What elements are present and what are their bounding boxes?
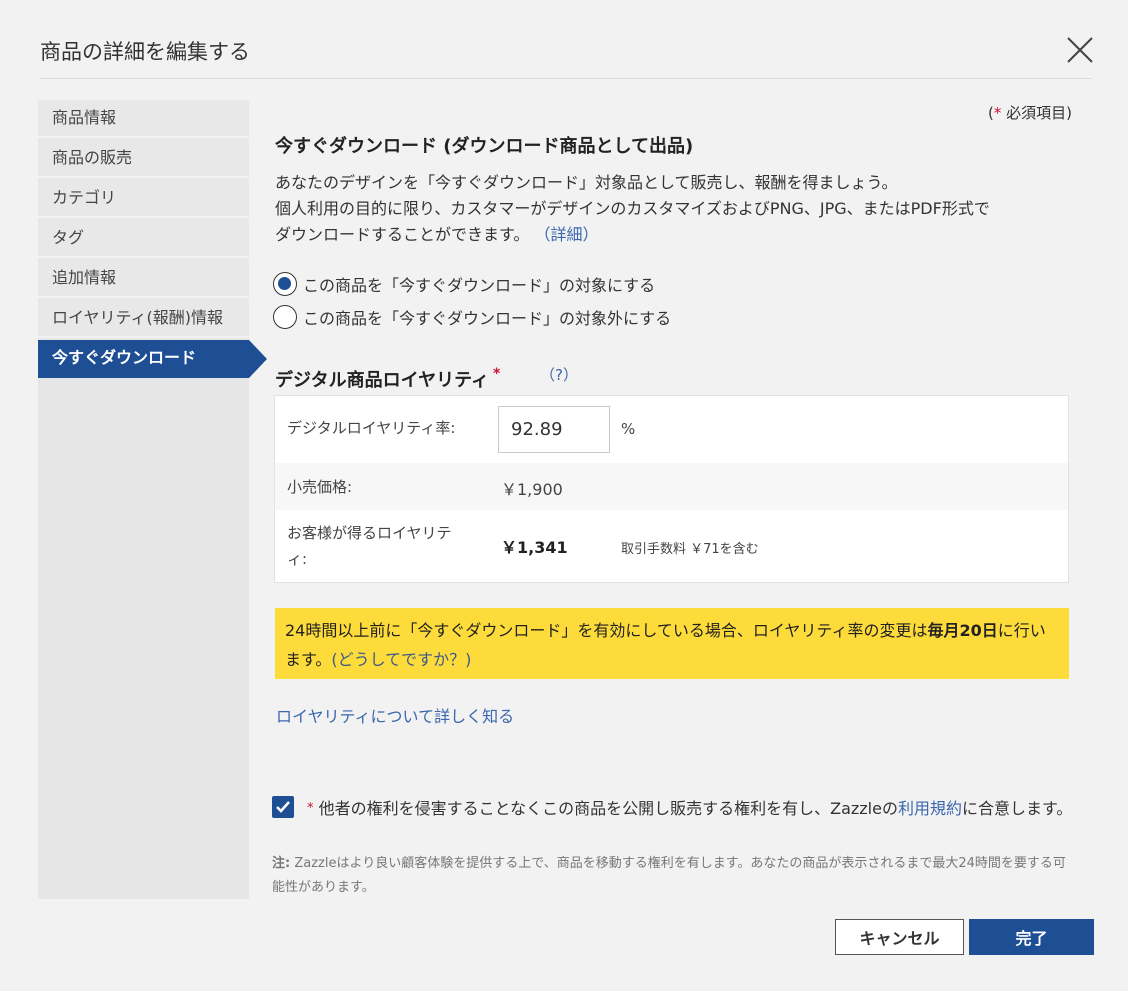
radio-disable-row[interactable]: この商品を「今すぐダウンロード」の対象外にする bbox=[273, 304, 671, 330]
transaction-fee-note: 取引手数料 ￥71を含む bbox=[621, 542, 759, 557]
royalty-rate-label: デジタルロイヤリティ率: bbox=[287, 419, 456, 437]
check-icon bbox=[276, 801, 290, 813]
sidebar: 商品情報 商品の販売 カテゴリ タグ 追加情報 ロイヤリティ(報酬)情報 今すぐ… bbox=[38, 100, 267, 899]
notice-why-link[interactable]: (どうしてですか？) bbox=[331, 650, 471, 669]
royalty-table: デジタルロイヤリティ率: % 小売価格: ￥1,900 お客様が得るロイヤリテ … bbox=[274, 395, 1069, 583]
radio-disable-label: この商品を「今すぐダウンロード」の対象外にする bbox=[303, 309, 672, 328]
required-note-text: 必須項目) bbox=[1006, 104, 1072, 122]
details-link[interactable]: （詳細） bbox=[535, 225, 599, 244]
agreement-text: * 他者の権利を侵害することなくこの商品を公開し販売する権利を有し、Zazzle… bbox=[307, 795, 1077, 822]
earned-royalty-label-1: お客様が得るロイヤリテ bbox=[287, 524, 452, 542]
royalty-rate-unit: % bbox=[621, 420, 636, 438]
close-button[interactable] bbox=[1064, 34, 1096, 66]
cancel-button[interactable]: キャンセル bbox=[835, 919, 964, 955]
close-icon bbox=[1067, 37, 1093, 63]
note-body: Zazzleはより良い顧客体験を提供する上で、商品を移動する権利を有します。あな… bbox=[272, 856, 1066, 895]
sidebar-item-additional-info[interactable]: 追加情報 bbox=[38, 260, 249, 298]
agreement-required-star: * bbox=[307, 801, 314, 816]
radio-enable-label: この商品を「今すぐダウンロード」の対象にする bbox=[303, 276, 656, 295]
notice-bold-date: 毎月20日 bbox=[927, 621, 998, 640]
sidebar-item-product-info[interactable]: 商品情報 bbox=[38, 100, 249, 138]
royalty-rate-row: デジタルロイヤリティ率: % bbox=[275, 396, 1068, 463]
title-divider bbox=[40, 78, 1092, 79]
sidebar-item-royalty-info[interactable]: ロイヤリティ(報酬)情報 bbox=[38, 300, 249, 338]
description-line-3: ダウンロードすることができます。 （詳細） bbox=[275, 222, 1075, 248]
sidebar-item-tags[interactable]: タグ bbox=[38, 220, 249, 258]
radio-enable[interactable] bbox=[273, 272, 297, 296]
learn-royalty-link[interactable]: ロイヤリティについて詳しく知る bbox=[276, 703, 514, 727]
royalty-change-notice: 24時間以上前に「今すぐダウンロード」を有効にしている場合、ロイヤリティ率の変更… bbox=[275, 608, 1069, 679]
instant-download-heading: 今すぐダウンロード (ダウンロード商品として出品) bbox=[275, 136, 694, 157]
sidebar-item-product-sales[interactable]: 商品の販売 bbox=[38, 140, 249, 178]
terms-link[interactable]: 利用規約 bbox=[898, 799, 962, 818]
royalty-rate-input[interactable] bbox=[498, 406, 610, 453]
digital-royalty-heading: デジタル商品ロイヤリティ * bbox=[275, 366, 500, 392]
digital-royalty-heading-text: デジタル商品ロイヤリティ bbox=[275, 370, 490, 391]
description-line-2: 個人利用の目的に限り、カスタマーがデザインのカスタマイズおよびPNG、JPG、ま… bbox=[275, 199, 990, 218]
agreement-text-before: 他者の権利を侵害することなくこの商品を公開し販売する権利を有し、Zazzleの bbox=[318, 799, 898, 818]
agreement-checkbox[interactable] bbox=[272, 796, 294, 818]
earned-royalty-label: お客様が得るロイヤリテ ィ: bbox=[287, 520, 452, 572]
note-label: 注: bbox=[272, 856, 291, 871]
royalty-help-link[interactable]: （?） bbox=[540, 364, 578, 385]
sidebar-item-instant-download[interactable]: 今すぐダウンロード bbox=[38, 340, 267, 378]
instant-download-description: あなたのデザインを「今すぐダウンロード」対象品として販売し、報酬を得ましょう。 … bbox=[275, 170, 1075, 248]
move-rights-note: 注: Zazzleはより良い顧客体験を提供する上で、商品を移動する権利を有します… bbox=[272, 852, 1072, 900]
radio-enable-row[interactable]: この商品を「今すぐダウンロード」の対象にする bbox=[273, 271, 655, 297]
royalty-required-star: * bbox=[493, 366, 501, 382]
dialog-title: 商品の詳細を編集する bbox=[40, 40, 250, 64]
earned-royalty-row: お客様が得るロイヤリテ ィ: ￥1,341 取引手数料 ￥71を含む bbox=[275, 510, 1068, 582]
earned-royalty-label-2: ィ: bbox=[287, 550, 308, 568]
retail-price-row: 小売価格: ￥1,900 bbox=[275, 463, 1068, 510]
done-button[interactable]: 完了 bbox=[969, 919, 1094, 955]
required-star: * bbox=[993, 104, 1002, 122]
radio-disable[interactable] bbox=[273, 305, 297, 329]
required-note: (* 必須項目) bbox=[988, 102, 1072, 123]
description-line-3-text: ダウンロードすることができます。 bbox=[275, 225, 530, 244]
retail-price-value: ￥1,900 bbox=[501, 480, 563, 499]
description-line-1: あなたのデザインを「今すぐダウンロード」対象品として販売し、報酬を得ましょう。 bbox=[275, 173, 898, 192]
sidebar-item-category[interactable]: カテゴリ bbox=[38, 180, 249, 218]
notice-text-before: 24時間以上前に「今すぐダウンロード」を有効にしている場合、ロイヤリティ率の変更… bbox=[285, 621, 928, 640]
earned-royalty-value: ￥1,341 bbox=[501, 538, 568, 557]
agreement-text-after: に合意します。 bbox=[961, 799, 1073, 818]
retail-price-label: 小売価格: bbox=[287, 478, 353, 496]
